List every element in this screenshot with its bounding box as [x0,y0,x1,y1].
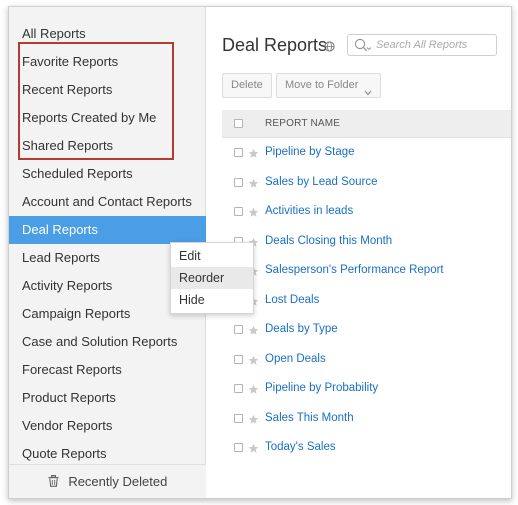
sidebar-item-case-solution-reports[interactable]: Case and Solution Reports [9,328,206,356]
delete-button[interactable]: Delete [222,73,272,98]
favorite-star-icon[interactable] [248,382,259,400]
search-icon [354,38,372,58]
table-row: Sales by Lead Source [222,168,511,198]
sidebar-item-scheduled-reports[interactable]: Scheduled Reports [9,160,206,188]
table-row: Salesperson's Performance Report [222,256,511,286]
favorite-star-icon[interactable] [248,146,259,164]
folder-context-menu: Edit Reorder Hide [170,242,254,314]
context-menu-hide[interactable]: Hide [171,289,253,311]
move-to-folder-button[interactable]: Move to Folder [276,73,382,98]
chevron-down-icon [364,82,372,105]
sidebar-item-favorite-reports[interactable]: Favorite Reports [9,48,206,76]
table-row: Activities in leads [222,197,511,227]
column-header-report-name[interactable]: REPORT NAME [265,110,340,138]
favorite-star-icon[interactable] [248,205,259,223]
sidebar-item-vendor-reports[interactable]: Vendor Reports [9,412,206,440]
report-name-link[interactable]: Lost Deals [265,286,319,315]
trash-icon [48,466,59,498]
table-row: Deals by Type [222,315,511,345]
report-name-link[interactable]: Pipeline by Probability [265,374,378,403]
sidebar-item-reports-created-by-me[interactable]: Reports Created by Me [9,104,206,132]
context-menu-edit[interactable]: Edit [171,245,253,267]
globe-icon[interactable] [324,39,335,57]
sidebar-item-recent-reports[interactable]: Recent Reports [9,76,206,104]
context-menu-reorder[interactable]: Reorder [171,267,253,289]
select-all-checkbox[interactable] [234,119,243,128]
table-row: Today's Sales [222,433,511,463]
page-title: Deal Reports [222,35,328,55]
row-checkbox[interactable] [234,148,243,157]
report-name-link[interactable]: Activities in leads [265,197,353,226]
sidebar-item-forecast-reports[interactable]: Forecast Reports [9,356,206,384]
search-box[interactable] [347,34,497,56]
row-checkbox[interactable] [234,325,243,334]
report-name-link[interactable]: Sales This Month [265,404,354,433]
favorite-star-icon[interactable] [248,412,259,430]
table-header: REPORT NAME [222,110,511,138]
table-row: Pipeline by Stage [222,138,511,168]
search-input[interactable] [376,37,494,53]
report-name-link[interactable]: Deals by Type [265,315,338,344]
sidebar-item-deal-reports[interactable]: Deal Reports [9,216,206,244]
reports-window: All Reports Favorite Reports Recent Repo… [8,6,512,499]
table-row: Pipeline by Probability [222,374,511,404]
favorite-star-icon[interactable] [248,323,259,341]
table-row: Sales This Month [222,404,511,434]
report-name-link[interactable]: Salesperson's Performance Report [265,256,444,285]
recently-deleted-label: Recently Deleted [68,474,168,489]
table-row: Open Deals [222,345,511,375]
row-checkbox[interactable] [234,207,243,216]
report-name-link[interactable]: Today's Sales [265,433,336,462]
sidebar-item-account-contact-reports[interactable]: Account and Contact Reports [9,188,206,216]
favorite-star-icon[interactable] [248,176,259,194]
sidebar-item-shared-reports[interactable]: Shared Reports [9,132,206,160]
favorite-star-icon[interactable] [248,441,259,459]
report-name-link[interactable]: Pipeline by Stage [265,138,355,167]
report-name-link[interactable]: Deals Closing this Month [265,227,392,256]
row-checkbox[interactable] [234,177,243,187]
row-checkbox[interactable] [234,413,243,423]
favorite-star-icon[interactable] [248,353,259,371]
sidebar-item-all-reports[interactable]: All Reports [9,20,206,48]
row-checkbox[interactable] [234,384,243,393]
report-list: Pipeline by Stage Sales by Lead Source Act… [222,138,511,463]
move-to-folder-label: Move to Folder [285,79,359,91]
sidebar-item-product-reports[interactable]: Product Reports [9,384,206,412]
recently-deleted-button[interactable]: Recently Deleted [9,464,206,498]
row-checkbox[interactable] [234,443,243,452]
report-name-link[interactable]: Sales by Lead Source [265,168,378,197]
table-row: Deals Closing this Month [222,227,511,257]
report-name-link[interactable]: Open Deals [265,345,326,374]
row-checkbox[interactable] [234,354,243,364]
table-row: Lost Deals [222,286,511,316]
